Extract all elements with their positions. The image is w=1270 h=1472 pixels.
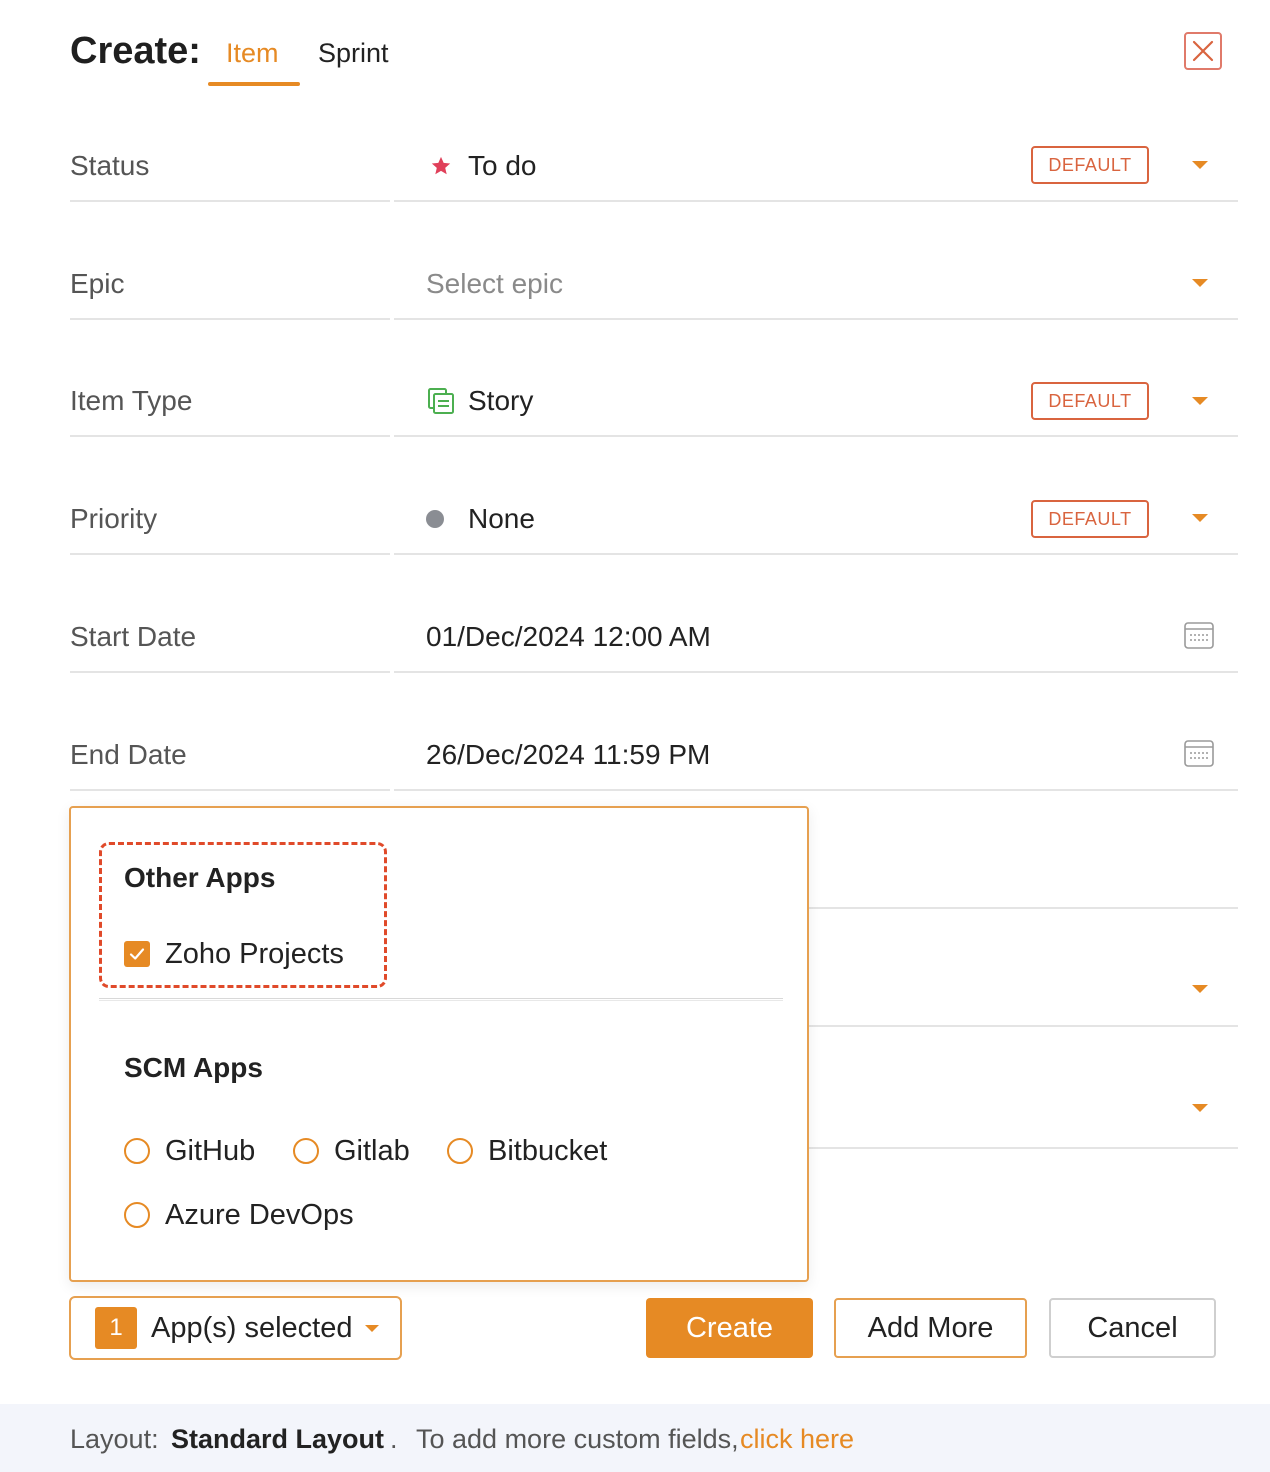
item-type-chevron-down-icon[interactable] (1192, 397, 1208, 405)
epic-label: Epic (70, 268, 125, 299)
priority-chevron-down-icon[interactable] (1192, 514, 1208, 522)
scm-apps-title: SCM Apps (124, 1052, 263, 1083)
apps-selected-label: App(s) selected (151, 1311, 353, 1344)
calendar-icon[interactable] (1184, 620, 1214, 650)
page-title: Create: (70, 30, 201, 72)
start-date-label: Start Date (70, 621, 197, 652)
apps-selected-button[interactable]: 1 App(s) selected (69, 1296, 402, 1360)
story-icon (428, 388, 454, 414)
divider (70, 318, 390, 320)
tab-item[interactable]: Item (226, 38, 279, 69)
divider (394, 553, 1238, 555)
gitlab-radio[interactable] (293, 1138, 319, 1164)
divider (394, 318, 1238, 320)
divider (70, 789, 390, 791)
item-type-field[interactable]: Story (426, 385, 533, 417)
apps-count-badge: 1 (95, 1307, 137, 1349)
apps-dropdown-panel: Other Apps Zoho Projects SCM Apps GitHub… (69, 806, 809, 1282)
calendar-icon[interactable] (1184, 738, 1214, 768)
chevron-down-icon (364, 1324, 379, 1332)
other-apps-title: Other Apps (124, 862, 276, 893)
separator-dot: . (390, 1424, 398, 1454)
field-chevron-down-icon[interactable] (1192, 985, 1208, 993)
bitbucket-radio[interactable] (447, 1138, 473, 1164)
section-divider (99, 998, 783, 1001)
azure-devops-label[interactable]: Azure DevOps (165, 1199, 354, 1232)
priority-field[interactable]: None (426, 503, 535, 535)
status-label: Status (70, 150, 150, 181)
tab-sprint[interactable]: Sprint (318, 38, 389, 69)
divider (394, 200, 1238, 202)
divider (70, 435, 390, 437)
divider (70, 200, 390, 202)
item-type-value: Story (468, 385, 534, 416)
add-more-button[interactable]: Add More (834, 1298, 1027, 1358)
active-tab-indicator (208, 82, 300, 86)
zoho-projects-checkbox[interactable] (124, 941, 150, 967)
github-label[interactable]: GitHub (165, 1135, 255, 1168)
zoho-projects-label[interactable]: Zoho Projects (165, 938, 344, 971)
divider (70, 671, 390, 673)
layout-name: Standard Layout (171, 1424, 385, 1454)
cancel-button[interactable]: Cancel (1049, 1298, 1216, 1358)
epic-select[interactable]: Select epic (426, 268, 563, 300)
close-button[interactable] (1184, 32, 1222, 70)
layout-prefix: Layout: (70, 1424, 159, 1454)
item-type-default-badge: DEFAULT (1031, 382, 1149, 420)
custom-fields-text: To add more custom fields, (416, 1424, 739, 1454)
checkmark-icon (129, 948, 145, 960)
epic-chevron-down-icon[interactable] (1192, 279, 1208, 287)
azure-devops-radio[interactable] (124, 1202, 150, 1228)
click-here-link[interactable]: click here (740, 1424, 854, 1455)
item-type-label: Item Type (70, 385, 193, 416)
star-icon (431, 156, 451, 175)
status-default-badge: DEFAULT (1031, 146, 1149, 184)
divider (394, 435, 1238, 437)
status-value: To do (468, 150, 537, 181)
divider (394, 671, 1238, 673)
status-field[interactable]: To do (426, 150, 537, 182)
status-chevron-down-icon[interactable] (1192, 161, 1208, 169)
start-date-input[interactable]: 01/Dec/2024 12:00 AM (426, 621, 711, 653)
priority-dot-icon (426, 510, 444, 528)
github-radio[interactable] (124, 1138, 150, 1164)
create-button[interactable]: Create (646, 1298, 813, 1358)
divider (70, 553, 390, 555)
end-date-input[interactable]: 26/Dec/2024 11:59 PM (426, 739, 710, 771)
priority-value: None (468, 503, 535, 534)
gitlab-label[interactable]: Gitlab (334, 1135, 410, 1168)
end-date-label: End Date (70, 739, 187, 770)
priority-label: Priority (70, 503, 158, 534)
priority-default-badge: DEFAULT (1031, 500, 1149, 538)
field-chevron-down-icon[interactable] (1192, 1104, 1208, 1112)
bitbucket-label[interactable]: Bitbucket (488, 1135, 607, 1168)
close-icon (1192, 40, 1214, 62)
divider (394, 789, 1238, 791)
